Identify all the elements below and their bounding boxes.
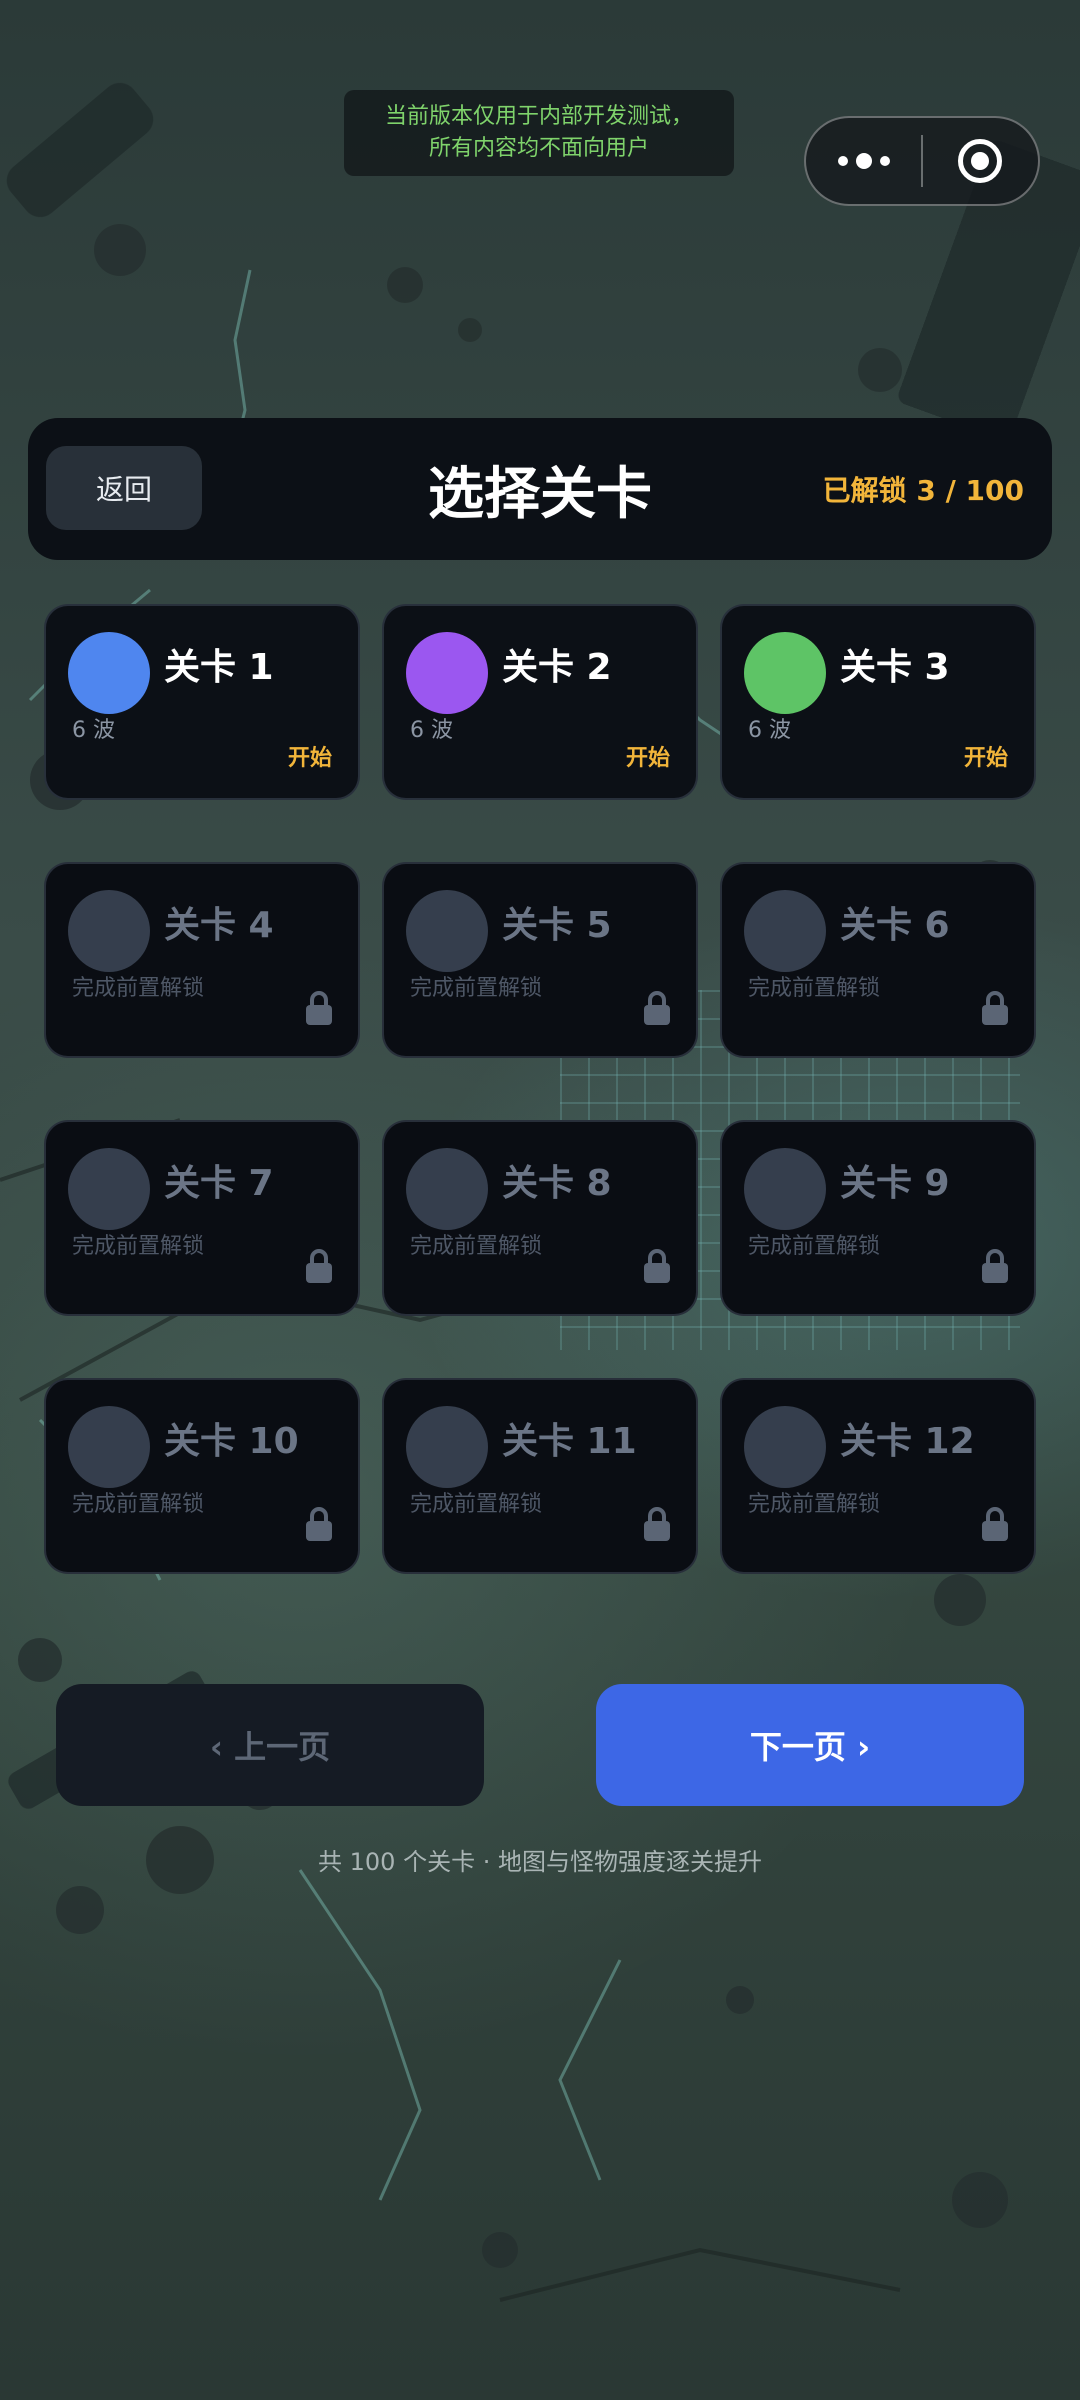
level-badge-icon <box>406 632 488 714</box>
prev-page-button[interactable]: ‹ 上一页 <box>56 1684 484 1806</box>
back-button[interactable]: 返回 <box>46 446 202 530</box>
level-card: 关卡 7 完成前置解锁 <box>44 1120 360 1316</box>
level-badge-icon <box>744 890 826 972</box>
level-name: 关卡 12 <box>840 1421 975 1462</box>
level-badge-icon <box>406 1406 488 1488</box>
lock-icon <box>644 1249 670 1283</box>
level-badge-icon <box>68 1406 150 1488</box>
level-name: 关卡 2 <box>502 647 612 688</box>
level-lock-hint: 完成前置解锁 <box>748 1492 881 1517</box>
level-card: 关卡 10 完成前置解锁 <box>44 1378 360 1574</box>
level-lock-hint: 完成前置解锁 <box>72 1234 205 1259</box>
level-name: 关卡 4 <box>164 905 274 946</box>
lock-icon <box>306 991 332 1025</box>
level-badge-icon <box>406 890 488 972</box>
level-badge-icon <box>406 1148 488 1230</box>
level-lock-hint: 完成前置解锁 <box>410 1492 543 1517</box>
level-name: 关卡 3 <box>840 647 950 688</box>
miniprogram-capsule <box>804 116 1040 206</box>
level-card: 关卡 12 完成前置解锁 <box>720 1378 1036 1574</box>
level-card: 关卡 8 完成前置解锁 <box>382 1120 698 1316</box>
level-lock-hint: 完成前置解锁 <box>748 976 881 1001</box>
level-grid: 关卡 16 波开始 关卡 26 波开始 关卡 36 波开始 关卡 4 完成前置解锁 关卡 … <box>44 604 1036 1574</box>
dev-test-notice: 当前版本仅用于内部开发测试， 所有内容均不面向用户 <box>344 90 734 176</box>
lock-icon <box>644 1507 670 1541</box>
footer-note: 共 100 个关卡 · 地图与怪物强度逐关提升 <box>318 1848 762 1876</box>
target-circle-icon <box>958 139 1003 183</box>
level-wave-count: 6 波 <box>748 718 791 743</box>
level-start-button[interactable]: 开始 <box>288 740 332 772</box>
lock-icon <box>982 991 1008 1025</box>
level-name: 关卡 6 <box>840 905 950 946</box>
lock-icon <box>306 1507 332 1541</box>
level-lock-hint: 完成前置解锁 <box>410 1234 543 1259</box>
level-lock-hint: 完成前置解锁 <box>748 1234 881 1259</box>
level-name: 关卡 10 <box>164 1421 299 1462</box>
level-card: 关卡 4 完成前置解锁 <box>44 862 360 1058</box>
level-start-button[interactable]: 开始 <box>626 740 670 772</box>
level-badge-icon <box>68 890 150 972</box>
level-select-header: 返回 选择关卡 已解锁 3 / 100 <box>28 418 1052 560</box>
level-card: 关卡 6 完成前置解锁 <box>720 862 1036 1058</box>
more-dots-icon <box>837 153 890 169</box>
level-name: 关卡 1 <box>164 647 274 688</box>
close-miniprogram-button[interactable] <box>923 118 1038 204</box>
unlock-progress: 已解锁 3 / 100 <box>822 474 1024 507</box>
level-badge-icon <box>744 1148 826 1230</box>
dev-notice-line-2: 所有内容均不面向用户 <box>428 136 649 161</box>
level-card[interactable]: 关卡 3 6 波开始 <box>720 604 1036 800</box>
level-wave-count: 6 波 <box>410 718 453 743</box>
level-name: 关卡 7 <box>164 1163 274 1204</box>
level-name: 关卡 5 <box>502 905 612 946</box>
level-lock-hint: 完成前置解锁 <box>72 976 205 1001</box>
level-card[interactable]: 关卡 2 6 波开始 <box>382 604 698 800</box>
level-name: 关卡 9 <box>840 1163 950 1204</box>
level-badge-icon <box>744 632 826 714</box>
lock-icon <box>306 1249 332 1283</box>
lock-icon <box>644 991 670 1025</box>
level-card: 关卡 5 完成前置解锁 <box>382 862 698 1058</box>
lock-icon <box>982 1249 1008 1283</box>
dev-notice-line-1: 当前版本仅用于内部开发测试， <box>384 104 693 129</box>
more-menu-button[interactable] <box>806 118 921 204</box>
level-badge-icon <box>744 1406 826 1488</box>
level-badge-icon <box>68 1148 150 1230</box>
lock-icon <box>982 1507 1008 1541</box>
level-card: 关卡 9 完成前置解锁 <box>720 1120 1036 1316</box>
level-lock-hint: 完成前置解锁 <box>72 1492 205 1517</box>
next-page-button[interactable]: 下一页 › <box>596 1684 1024 1806</box>
level-card[interactable]: 关卡 1 6 波开始 <box>44 604 360 800</box>
level-name: 关卡 11 <box>502 1421 637 1462</box>
level-wave-count: 6 波 <box>72 718 115 743</box>
level-lock-hint: 完成前置解锁 <box>410 976 543 1001</box>
level-name: 关卡 8 <box>502 1163 612 1204</box>
level-badge-icon <box>68 632 150 714</box>
level-card: 关卡 11 完成前置解锁 <box>382 1378 698 1574</box>
level-start-button[interactable]: 开始 <box>964 740 1008 772</box>
